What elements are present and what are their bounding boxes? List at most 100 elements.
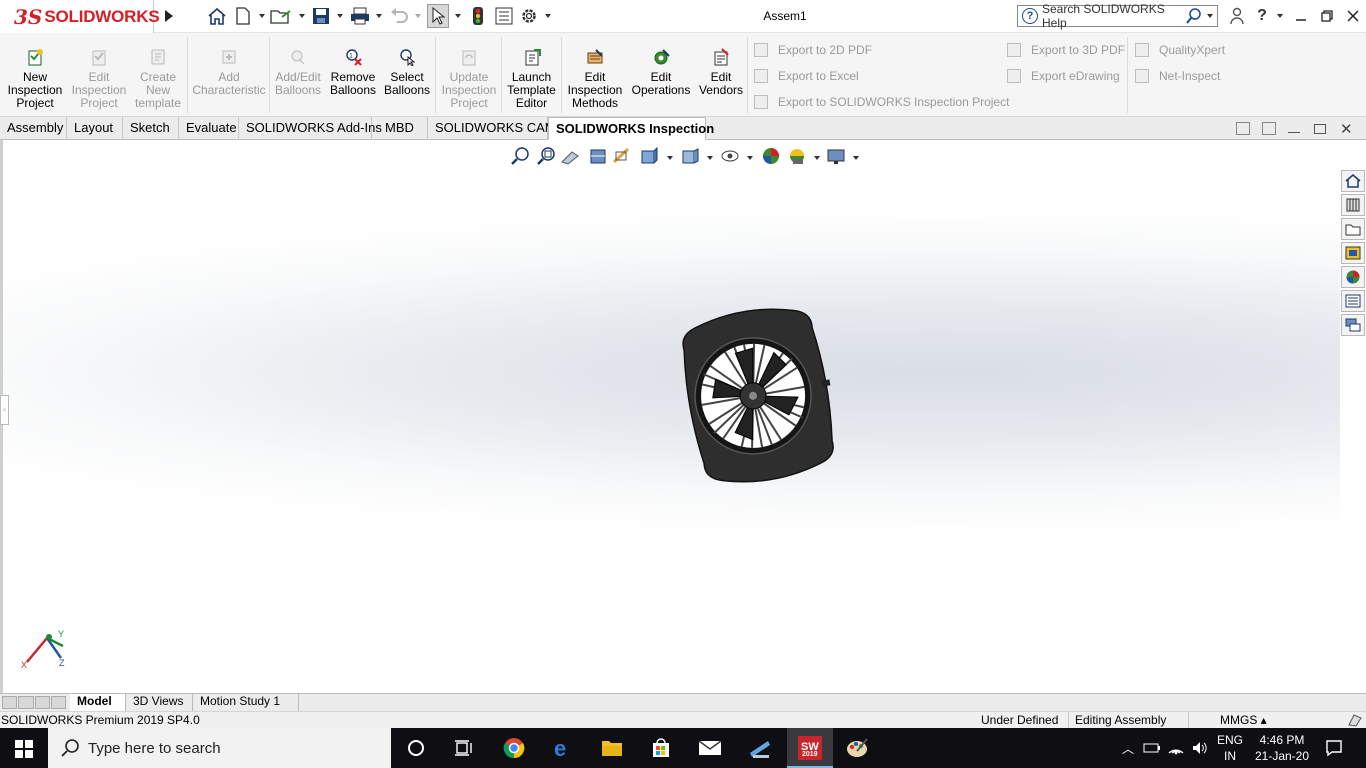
undo-dropdown-icon[interactable] (415, 14, 421, 18)
scroll-next-icon[interactable] (34, 696, 50, 709)
export-edrawing-button[interactable]: Export eDrawing (1007, 67, 1120, 85)
save-icon[interactable] (310, 6, 332, 26)
tab-model[interactable]: Model (70, 694, 126, 711)
solidworks-logo[interactable]: 3S SOLIDWORKS (0, 0, 160, 33)
view-settings-monitor-icon[interactable] (827, 149, 845, 164)
launch-template-editor-button[interactable]: Launch Template Editor (504, 48, 559, 110)
tab-motion-study-1[interactable]: Motion Study 1 (193, 694, 299, 711)
edit-inspection-methods-button[interactable]: Edit Inspection Methods (564, 48, 626, 110)
power-battery-icon[interactable] (1140, 736, 1164, 760)
tab-scroll-arrows[interactable] (2, 696, 66, 709)
options-dropdown-icon[interactable] (545, 14, 551, 18)
new-document-icon[interactable] (232, 6, 254, 26)
options-gear-icon[interactable] (518, 6, 540, 26)
file-explorer-taskbar-icon[interactable] (600, 736, 624, 760)
fan-assembly-model[interactable] (673, 298, 843, 493)
cortana-icon[interactable] (404, 736, 428, 760)
show-hidden-icons-chevron-icon[interactable]: ︿ (1116, 736, 1140, 760)
search-dropdown-icon[interactable] (1207, 14, 1213, 18)
solidworks-resources-icon[interactable] (1341, 170, 1365, 192)
open-dropdown-icon[interactable] (299, 14, 305, 18)
export-3d-pdf-button[interactable]: Export to 3D PDF (1007, 41, 1125, 59)
display-style-icon[interactable] (682, 148, 699, 164)
undo-icon[interactable] (388, 6, 410, 26)
export-excel-button[interactable]: Export to Excel (754, 67, 859, 85)
unit-system-selector[interactable]: MMGS ▴ (1188, 712, 1276, 728)
help-search-box[interactable]: ? Search SOLIDWORKS Help (1017, 2, 1218, 30)
solidworks-taskbar-button[interactable]: SW 2019 (787, 728, 833, 768)
select-cursor-icon[interactable] (427, 4, 449, 28)
microsoft-store-icon[interactable] (649, 736, 673, 760)
feature-tree-flyout-handle[interactable]: ◦ (0, 395, 9, 425)
close-window-icon[interactable] (1342, 6, 1364, 26)
minimize-window-icon[interactable] (1290, 6, 1312, 26)
previous-view-icon[interactable] (561, 151, 579, 165)
tile-left-icon[interactable] (1236, 122, 1250, 135)
view-orientation-icon[interactable] (641, 146, 658, 164)
custom-properties-icon[interactable] (1341, 290, 1365, 312)
help-search-input[interactable]: Search SOLIDWORKS Help (1042, 2, 1185, 30)
tab-mbd[interactable]: MBD (372, 117, 428, 140)
tab-solidworks-cam[interactable]: SOLIDWORKS CAM (428, 117, 556, 140)
zoom-to-fit-icon[interactable] (511, 147, 529, 165)
volume-speaker-icon[interactable] (1188, 736, 1212, 760)
remote-desktop-icon[interactable] (748, 736, 772, 760)
select-balloons-button[interactable]: Select Balloons (384, 48, 430, 97)
create-new-template-button[interactable]: Create New template (130, 48, 186, 110)
file-properties-icon[interactable] (493, 6, 515, 26)
customize-status-icon[interactable] (1347, 713, 1363, 727)
view-palette-icon[interactable] (1341, 242, 1365, 264)
tab-assembly[interactable]: Assembly (0, 117, 67, 140)
home-icon[interactable] (206, 6, 228, 26)
doc-close-icon[interactable]: ✕ (1340, 120, 1353, 138)
edit-operations-button[interactable]: Edit Operations (629, 48, 693, 97)
solidworks-forum-icon[interactable] (1341, 314, 1365, 336)
tile-right-icon[interactable] (1262, 122, 1276, 135)
wifi-network-icon[interactable] (1164, 736, 1188, 760)
system-clock[interactable]: 4:46 PM 21-Jan-20 (1252, 732, 1312, 764)
search-icon[interactable] (1185, 7, 1203, 25)
taskbar-search-box[interactable]: Type here to search (48, 728, 391, 768)
update-inspection-project-button[interactable]: Update Inspection Project (438, 48, 500, 110)
design-library-icon[interactable] (1341, 194, 1365, 216)
tab-solidworks-add-ins[interactable]: SOLIDWORKS Add-Ins (239, 117, 382, 140)
export-2d-pdf-button[interactable]: Export to 2D PDF (754, 41, 872, 59)
mail-icon[interactable] (698, 736, 722, 760)
add-edit-balloons-button[interactable]: Add/Edit Balloons (272, 48, 324, 97)
edit-inspection-project-button[interactable]: Edit Inspection Project (68, 48, 130, 110)
graphics-area[interactable]: X Y Z ◦ (0, 140, 1340, 693)
section-view-icon[interactable] (590, 149, 606, 164)
select-dropdown-icon[interactable] (455, 14, 461, 18)
print-icon[interactable] (349, 6, 371, 26)
rebuild-traffic-light-icon[interactable] (467, 6, 489, 26)
user-account-icon[interactable] (1226, 6, 1248, 26)
tab-sketch[interactable]: Sketch (123, 117, 179, 140)
windows-start-icon[interactable] (15, 740, 33, 758)
apply-scene-icon[interactable] (790, 149, 804, 164)
scroll-last-icon[interactable] (50, 696, 66, 709)
restore-window-icon[interactable] (1316, 6, 1338, 26)
print-dropdown-icon[interactable] (376, 14, 382, 18)
tab-3d-views[interactable]: 3D Views (126, 694, 193, 711)
doc-minimize-icon[interactable] (1288, 132, 1300, 133)
hide-show-items-icon[interactable] (721, 150, 739, 162)
add-characteristic-button[interactable]: Add Characteristic (190, 48, 268, 97)
tab-evaluate[interactable]: Evaluate (179, 117, 239, 140)
export-inspection-project-button[interactable]: Export to SOLIDWORKS Inspection Project (754, 93, 1009, 111)
doc-restore-icon[interactable] (1314, 124, 1326, 134)
appearances-scenes-icon[interactable] (1341, 266, 1365, 288)
scroll-prev-icon[interactable] (18, 696, 34, 709)
edit-vendors-button[interactable]: Edit Vendors (697, 48, 745, 97)
dynamic-annotation-icon[interactable] (612, 147, 630, 164)
tab-layout[interactable]: Layout (67, 117, 123, 140)
file-explorer-icon[interactable] (1341, 218, 1365, 240)
edge-browser-icon[interactable]: e (551, 736, 575, 760)
remove-balloons-button[interactable]: 1 Remove Balloons (328, 48, 378, 97)
help-icon[interactable]: ? (1251, 6, 1273, 26)
open-folder-icon[interactable] (270, 6, 292, 26)
task-view-icon[interactable] (452, 736, 476, 760)
chrome-icon[interactable] (502, 736, 526, 760)
help-dropdown-icon[interactable] (1277, 14, 1283, 18)
net-inspect-button[interactable]: Net-Inspect (1135, 67, 1220, 85)
new-dropdown-icon[interactable] (259, 14, 265, 18)
